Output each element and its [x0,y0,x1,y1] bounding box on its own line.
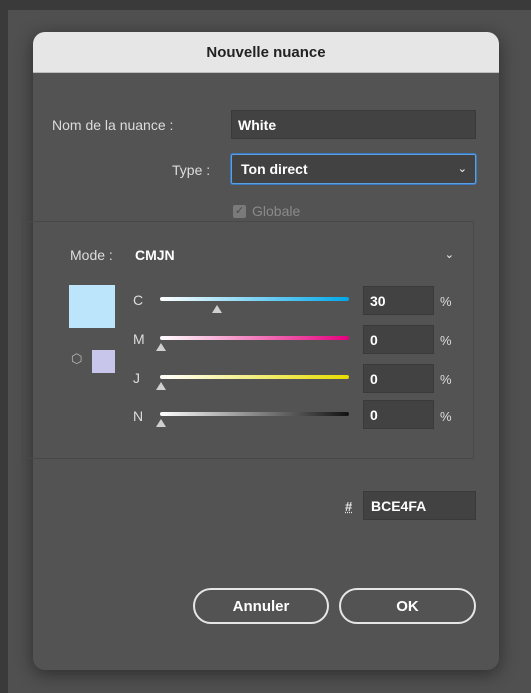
channel-m-label: M [133,331,145,347]
cancel-button[interactable]: Annuler [193,588,329,624]
magenta-slider-thumb[interactable] [156,343,166,351]
global-checkbox[interactable]: ✓ [233,205,246,218]
chevron-down-icon: ⌄ [444,248,454,261]
channel-j-label: J [133,370,140,386]
cube-icon[interactable]: ⬡ [71,351,82,367]
channel-c-label: C [133,292,144,308]
type-value: Ton direct [241,161,308,177]
checkmark-icon: ✓ [234,205,245,217]
mode-value: CMJN [135,247,175,263]
cyan-percent: % [440,294,452,309]
type-label: Type : [172,162,211,178]
swatch-name-input[interactable]: White [231,110,476,139]
magenta-value-input[interactable]: 0 [363,325,434,354]
black-value-input[interactable]: 0 [363,400,434,429]
magenta-slider-track[interactable] [160,336,349,340]
ok-button[interactable]: OK [339,588,476,624]
yellow-percent: % [440,372,452,387]
out-of-gamut-swatch[interactable] [92,350,115,373]
yellow-slider-thumb[interactable] [156,382,166,390]
yellow-slider-track[interactable] [160,375,349,379]
cyan-slider-thumb[interactable] [211,305,222,313]
chevron-down-icon: ⌄ [457,162,467,175]
hex-input[interactable]: BCE4FA [363,491,476,520]
global-label: Globale [252,203,301,219]
mode-dropdown[interactable]: CMJN ⌄ [129,240,462,270]
channel-n-label: N [133,408,144,424]
black-slider-track[interactable] [160,412,349,416]
black-percent: % [440,409,452,424]
swatch-name-label: Nom de la nuance : [52,117,174,133]
dialog-title: Nouvelle nuance [33,32,499,73]
type-dropdown[interactable]: Ton direct ⌄ [231,154,476,184]
magenta-percent: % [440,333,452,348]
hex-symbol: # [345,499,353,514]
cyan-slider-track[interactable] [160,297,349,301]
swatch-preview [69,285,115,328]
black-slider-thumb[interactable] [156,419,166,427]
mode-label: Mode : [68,247,117,263]
yellow-value-input[interactable]: 0 [363,364,434,393]
cyan-value-input[interactable]: 30 [363,286,434,315]
